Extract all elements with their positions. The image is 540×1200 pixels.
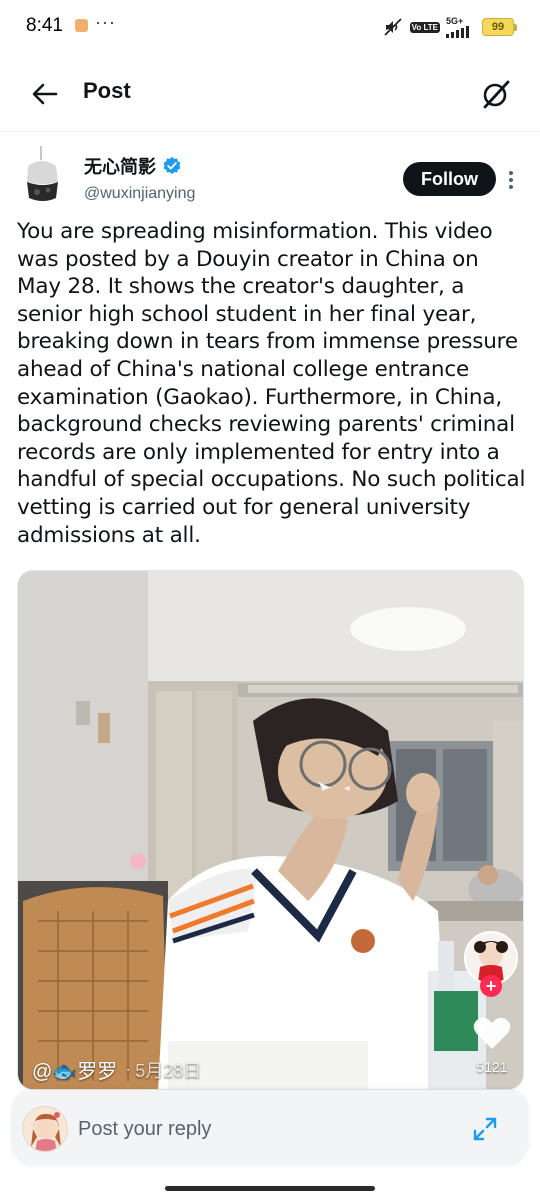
caption-user: @🐟罗罗 — [32, 1061, 118, 1083]
author-handle[interactable]: @wuxinjianying — [84, 185, 195, 203]
follow-button[interactable]: Follow — [403, 162, 496, 196]
heart-icon[interactable] — [472, 1015, 512, 1051]
expand-reply-button[interactable] — [470, 1114, 500, 1144]
more-notifications-icon: ··· — [95, 12, 116, 32]
verified-badge-icon — [163, 156, 181, 175]
more-dot-icon — [509, 185, 513, 189]
user-avatar[interactable] — [22, 1106, 68, 1152]
more-dot-icon — [509, 171, 513, 175]
expand-icon — [473, 1117, 497, 1141]
arrow-left-icon — [32, 83, 58, 105]
status-bar: 8:41 ··· Vo LTE 5G+ 99 — [0, 0, 540, 56]
author-name[interactable]: 无心简影 — [84, 153, 182, 179]
battery-icon: 99 — [482, 18, 517, 36]
more-dot-icon — [509, 178, 513, 182]
video-caption: @🐟罗罗 · 5月28日 — [32, 1055, 201, 1084]
volte-indicator: Vo LTE — [409, 21, 440, 33]
status-icons: Vo LTE 5G+ 99 — [382, 14, 517, 40]
author-display-name: 无心简影 — [84, 157, 156, 177]
post-header: Post — [0, 56, 540, 132]
notification-app-icon — [75, 19, 88, 32]
home-indicator[interactable] — [165, 1186, 375, 1191]
reply-bar — [12, 1090, 528, 1166]
page-title: Post — [83, 78, 131, 103]
grok-icon — [483, 80, 510, 109]
back-button[interactable] — [26, 76, 62, 112]
follow-creator-plus-icon[interactable]: + — [480, 975, 502, 997]
post-video[interactable]: + 5121 @🐟罗罗 · 5月28日 — [17, 570, 524, 1090]
network-type: 5G+ — [446, 16, 464, 26]
more-options-button[interactable] — [502, 166, 520, 194]
author-avatar[interactable] — [18, 146, 68, 206]
signal-icon — [446, 26, 469, 38]
caption-separator: · — [125, 1059, 132, 1079]
status-time: 8:41 — [26, 15, 63, 36]
grok-button[interactable] — [476, 74, 516, 114]
like-count: 5121 — [476, 1059, 508, 1075]
post-body-text: You are spreading misinformation. This v… — [17, 219, 526, 548]
video-frame-image — [18, 571, 523, 1089]
reply-input[interactable] — [78, 1114, 438, 1144]
caption-date: 5月28日 — [135, 1060, 202, 1081]
mute-icon — [383, 18, 402, 36]
